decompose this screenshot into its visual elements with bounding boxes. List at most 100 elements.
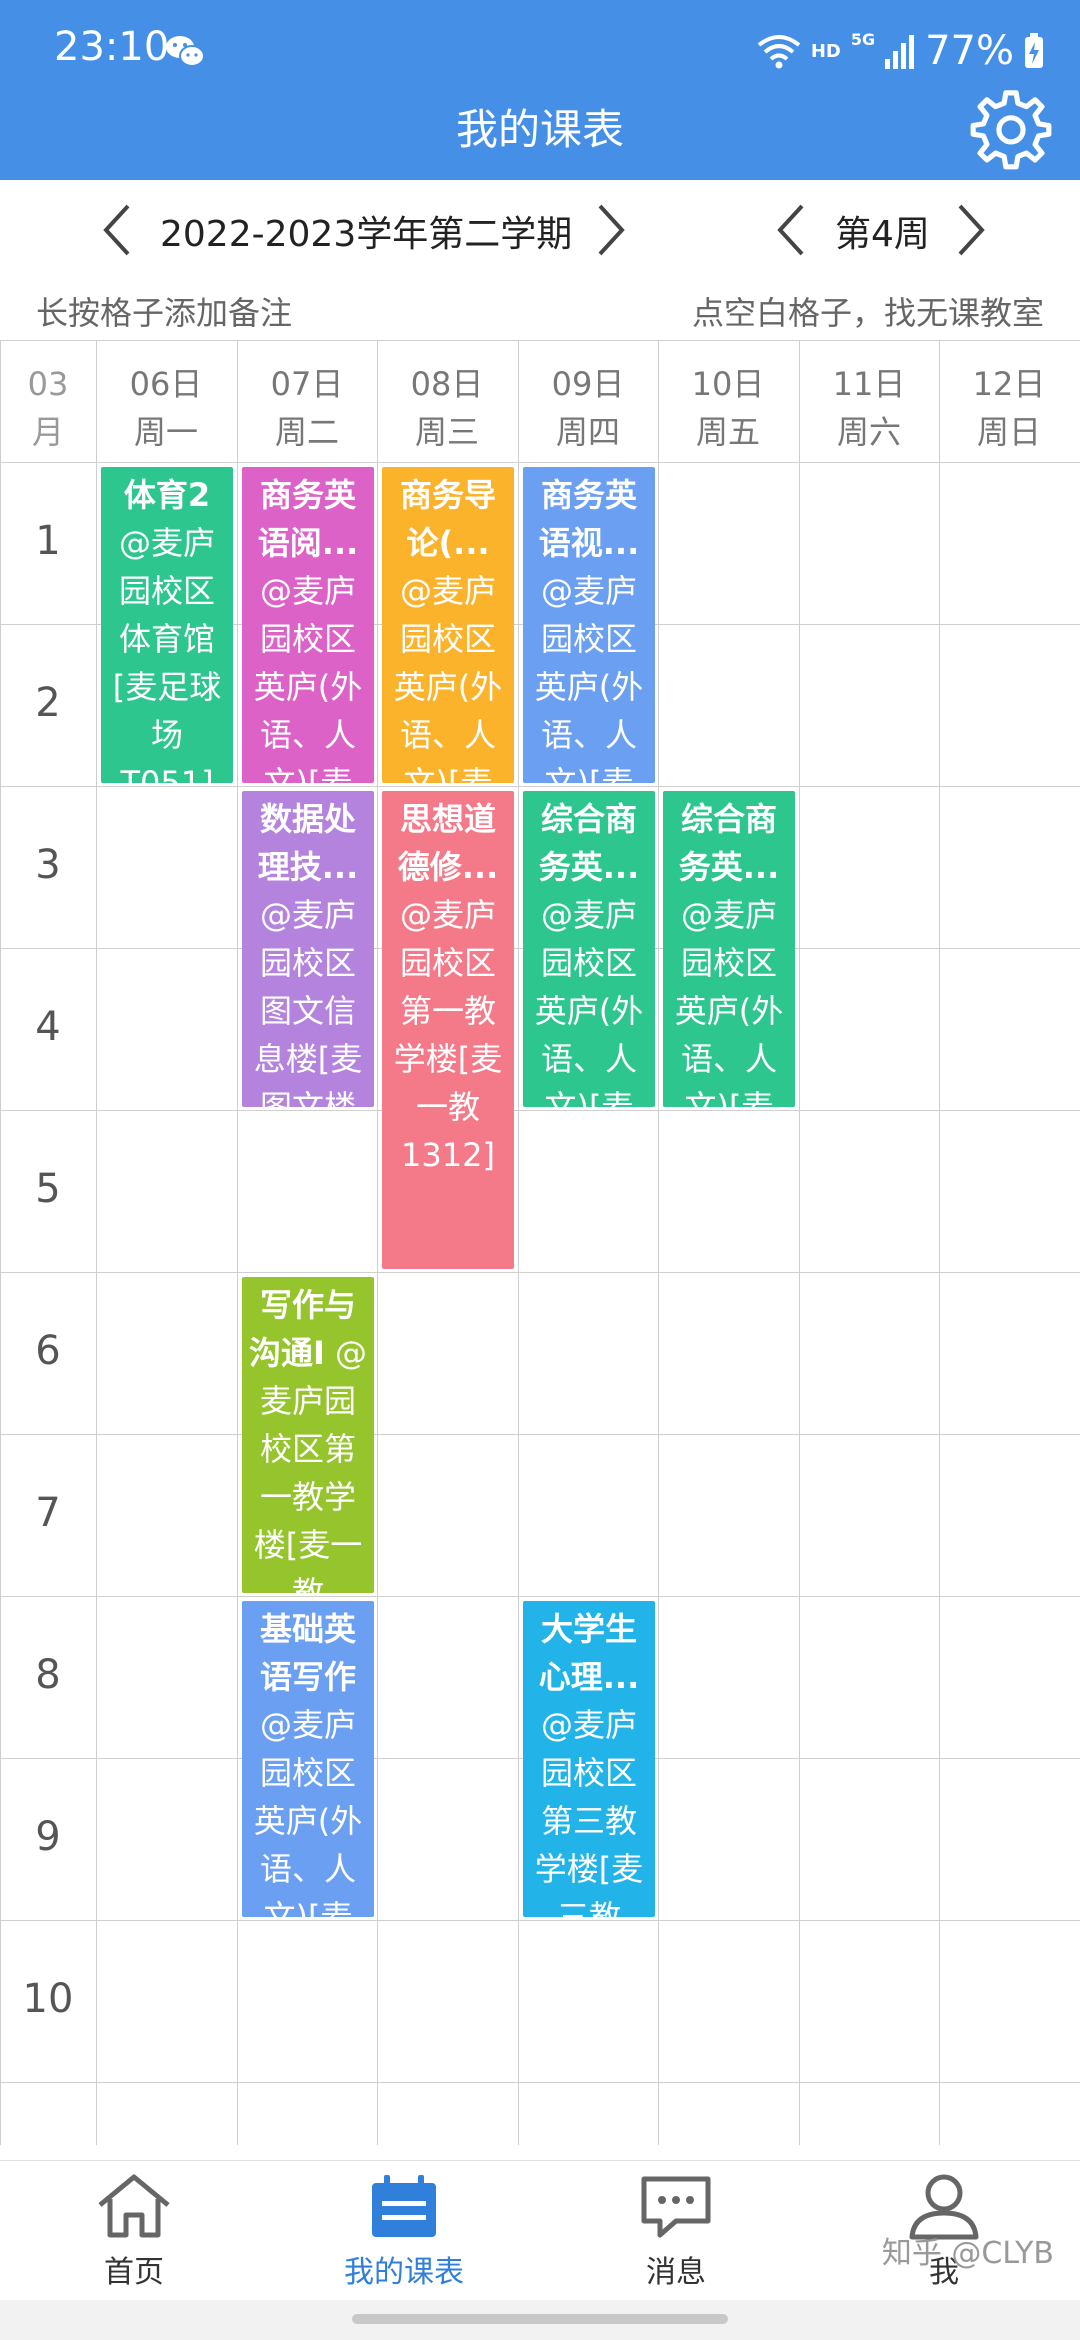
next-week-chevron-icon[interactable] xyxy=(950,200,990,260)
month-cell: 03 月 xyxy=(0,360,96,456)
course-location: @麦庐园校区英庐(外语、人文)[麦英庐 xyxy=(253,1706,363,1917)
day-date: 11日 xyxy=(832,365,906,403)
day-date: 09日 xyxy=(551,365,625,403)
day-date: 06日 xyxy=(129,365,203,403)
battery-percent: 77% xyxy=(925,28,1014,74)
day-header: 08日周三 xyxy=(377,360,517,456)
tab-messages-label: 消息 xyxy=(646,2255,706,2290)
course-location: @麦庐园校区英庐(外语、人文)[麦英庐 xyxy=(674,896,784,1107)
day-date: 08日 xyxy=(410,365,484,403)
grid-vline xyxy=(377,340,378,2145)
course-name: 综合商务英... xyxy=(678,800,780,886)
signal-icon xyxy=(885,35,915,69)
day-date: 07日 xyxy=(270,365,344,403)
course-location: @麦庐园校区体育馆[麦足球场T051] xyxy=(112,524,222,783)
period-label: 10 xyxy=(22,1976,74,2022)
calendar-icon xyxy=(372,2175,436,2237)
month-unit: 月 xyxy=(31,413,64,451)
course-card[interactable]: 写作与沟通I @麦庐园校区第一教学楼[麦一教1312] xyxy=(242,1277,374,1593)
prev-term-chevron-icon[interactable] xyxy=(98,200,138,260)
status-icons: HD 5G 77% xyxy=(757,24,1044,78)
tab-my-schedule[interactable]: 我的课表 xyxy=(304,2171,504,2301)
grid-vline xyxy=(518,340,519,2145)
week-label: 第4周 xyxy=(835,214,930,255)
message-icon xyxy=(641,2176,711,2238)
course-card[interactable]: 思想道德修... @麦庐园校区第一教学楼[麦一教1312] xyxy=(382,791,514,1269)
day-weekday: 周日 xyxy=(976,413,1041,451)
grid-hline xyxy=(0,1110,1080,1111)
course-location: @麦庐园校区第三教学楼[麦三教3302] xyxy=(534,1706,644,1917)
course-card[interactable]: 基础英语写作 @麦庐园校区英庐(外语、人文)[麦英庐 xyxy=(242,1601,374,1917)
page-title: 我的课表 xyxy=(455,105,624,154)
day-header: 12日 周日 xyxy=(939,360,1079,456)
period-label: 8 xyxy=(35,1652,61,1698)
status-time: 23:10 xyxy=(54,24,170,70)
period-label: 3 xyxy=(35,842,61,888)
hint-find-classroom: 点空白格子，找无课教室 xyxy=(691,294,1044,332)
grid-vline xyxy=(799,340,800,2145)
period-label: 9 xyxy=(35,1814,61,1860)
day-header: 10日 周五 xyxy=(658,360,798,456)
settings-gear-icon[interactable] xyxy=(968,86,1054,172)
grid-hline xyxy=(0,786,1080,787)
day-weekday: 周三 xyxy=(414,413,479,451)
course-card[interactable]: 商务导论(... @麦庐园校区英庐(外语、人文)[麦英庐 xyxy=(382,467,514,783)
grid-hline xyxy=(0,1272,1080,1273)
course-location: @麦庐园校区第一教学楼[麦一教1312] xyxy=(253,1334,368,1593)
home-icon xyxy=(98,2174,170,2238)
course-card[interactable]: 商务英语阅... @麦庐园校区英庐(外语、人文)[麦英庐 xyxy=(242,467,374,783)
day-header: 06日 周一 xyxy=(96,360,236,456)
term-label: 2022-2023学年第二学期 xyxy=(160,214,573,255)
course-card[interactable]: 数据处理技... @麦庐园校区图文信息楼[麦图文楼M111] xyxy=(242,791,374,1107)
day-header: 09日周四 xyxy=(518,360,658,456)
course-name: 商务导论(... xyxy=(399,476,496,562)
course-location: @麦庐园校区图文信息楼[麦图文楼M111] xyxy=(253,896,363,1107)
day-weekday: 周四 xyxy=(555,413,620,451)
course-card[interactable]: 体育2 @麦庐园校区体育馆[麦足球场T051] xyxy=(101,467,233,783)
course-name: 商务英语视... xyxy=(538,476,640,562)
course-card[interactable]: 商务英语视... @麦庐园校区英庐(外语、人文)[麦英庐 xyxy=(523,467,655,783)
prev-week-chevron-icon[interactable] xyxy=(772,200,812,260)
tab-home[interactable]: 首页 xyxy=(34,2171,234,2301)
grid-hline xyxy=(0,1434,1080,1435)
tab-messages[interactable]: 消息 xyxy=(576,2171,776,2301)
course-location: @麦庐园校区英庐(外语、人文)[麦英庐 xyxy=(534,572,644,783)
course-location: @麦庐园校区第一教学楼[麦一教1312] xyxy=(393,896,503,1174)
course-card[interactable]: 综合商务英... @麦庐园校区英庐(外语、人文)[麦英庐 xyxy=(523,791,655,1107)
course-location: @麦庐园校区英庐(外语、人文)[麦英庐 xyxy=(253,572,363,783)
day-date: 10日 xyxy=(691,365,765,403)
grid-hline xyxy=(0,340,1080,341)
grid-hline xyxy=(0,462,1080,463)
course-name: 综合商务英... xyxy=(538,800,640,886)
grid-vline xyxy=(939,340,940,2145)
period-label: 7 xyxy=(35,1490,61,1536)
watermark: 知乎 @CLYB xyxy=(881,2236,1054,2271)
app-header: 23:10 HD 5G 77% 我的课表 xyxy=(0,0,1080,180)
grid-hline xyxy=(0,2082,1080,2083)
course-name: 商务英语阅... xyxy=(257,476,359,562)
grid-vline xyxy=(658,340,659,2145)
battery-charging-icon xyxy=(1025,33,1043,68)
hd-label: HD xyxy=(810,40,841,62)
tab-my-schedule-label: 我的课表 xyxy=(344,2255,464,2290)
course-card[interactable]: 大学生心理... @麦庐园校区第三教学楼[麦三教3302] xyxy=(523,1601,655,1917)
course-name: 大学生心理... xyxy=(538,1610,640,1696)
grid-vline xyxy=(96,340,97,2145)
course-location: @麦庐园校区英庐(外语、人文)[麦英庐 xyxy=(393,572,503,783)
month-number: 03 xyxy=(27,365,69,403)
grid-hline xyxy=(0,1596,1080,1597)
period-label: 5 xyxy=(35,1166,61,1212)
grid-vline xyxy=(237,340,238,2145)
day-header: 07日周二 xyxy=(237,360,377,456)
period-label: 1 xyxy=(35,518,61,564)
grid-hline xyxy=(0,1920,1080,1921)
day-weekday: 周二 xyxy=(274,413,339,451)
grid-vline xyxy=(0,340,1,2145)
tab-home-label: 首页 xyxy=(104,2255,164,2290)
timetable-grid[interactable]: 03 月 06日 周一 07日 周二 08日 周三 09日 周四 10日 周五 11日 周六 12日 周日… xyxy=(0,340,1080,2145)
course-name: 思想道德修... xyxy=(397,800,499,886)
home-indicator[interactable] xyxy=(352,2314,728,2324)
next-term-chevron-icon[interactable] xyxy=(590,200,630,260)
day-weekday: 周六 xyxy=(836,413,901,451)
course-card[interactable]: 综合商务英... @麦庐园校区英庐(外语、人文)[麦英庐 xyxy=(663,791,795,1107)
